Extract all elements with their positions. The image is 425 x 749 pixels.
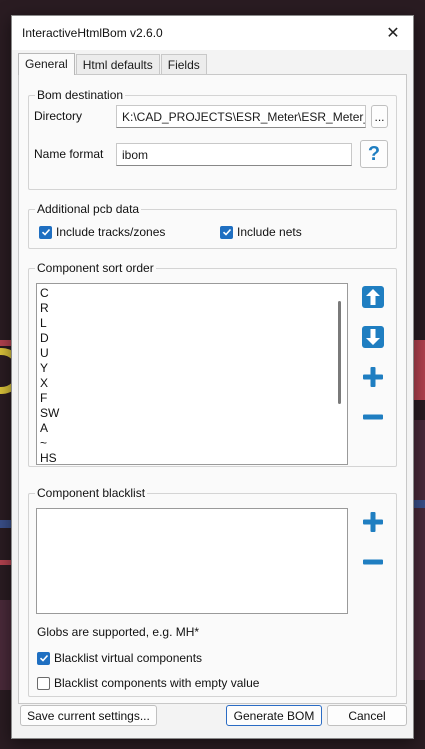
blacklist-group: Component blacklist Globs are supported,… (28, 486, 397, 697)
add-blacklist-button[interactable] (359, 508, 386, 535)
general-panel: Bom destination Directory K:\CAD_PROJECT… (18, 74, 407, 704)
include-nets-label: Include nets (237, 225, 302, 239)
include-tracks-checkbox[interactable]: Include tracks/zones (39, 225, 165, 239)
group-title: Bom destination (35, 88, 126, 102)
blacklist-empty-value-checkbox[interactable]: Blacklist components with empty value (37, 676, 259, 690)
blacklist-list[interactable] (36, 508, 348, 614)
name-format-label: Name format (34, 147, 104, 161)
blacklist-empty-value-label: Blacklist components with empty value (54, 676, 260, 690)
tab-html-defaults[interactable]: Html defaults (75, 54, 160, 75)
remove-sort-button[interactable] (359, 403, 386, 430)
list-item[interactable]: HS (37, 451, 347, 466)
list-item[interactable]: D (37, 331, 347, 346)
list-item[interactable]: F (37, 391, 347, 406)
group-title: Additional pcb data (35, 202, 142, 216)
remove-blacklist-button[interactable] (359, 548, 386, 575)
sort-order-list[interactable]: C R L D U Y X F SW A ~ HS (36, 283, 348, 465)
blacklist-virtual-label: Blacklist virtual components (54, 651, 203, 665)
list-item[interactable]: X (37, 376, 347, 391)
additional-pcb-group: Additional pcb data Include tracks/zones… (28, 202, 397, 249)
help-icon: ? (367, 142, 381, 165)
directory-input[interactable]: K:\CAD_PROJECTS\ESR_Meter\ESR_Meter_Pan (116, 105, 366, 128)
checkbox-unchecked-icon (37, 676, 50, 690)
plus-icon (362, 366, 383, 387)
title-bar: InteractiveHtmlBom v2.6.0 ✕ (12, 16, 413, 50)
arrow-up-icon (361, 285, 384, 308)
scrollbar-thumb[interactable] (338, 301, 341, 404)
name-format-help-button[interactable]: ? (360, 140, 388, 168)
list-item[interactable]: U (37, 346, 347, 361)
list-item[interactable]: C (37, 286, 347, 301)
list-item[interactable]: A (37, 421, 347, 436)
cancel-button[interactable]: Cancel (327, 705, 407, 726)
arrow-down-icon (361, 325, 384, 348)
group-title: Component blacklist (35, 486, 148, 500)
list-item[interactable]: ~ (37, 436, 347, 451)
directory-label: Directory (34, 109, 83, 123)
list-item[interactable]: SW (37, 406, 347, 421)
save-settings-button[interactable]: Save current settings... (20, 705, 157, 726)
add-sort-button[interactable] (359, 363, 386, 390)
list-item[interactable]: R (37, 301, 347, 316)
checkbox-checked-icon (220, 225, 233, 239)
include-nets-checkbox[interactable]: Include nets (220, 225, 302, 239)
dialog-window: InteractiveHtmlBom v2.6.0 ✕ General Html… (11, 15, 414, 739)
close-icon[interactable]: ✕ (383, 23, 403, 43)
tab-fields[interactable]: Fields (160, 54, 207, 75)
tab-bar: General Html defaults Fields (18, 53, 208, 75)
move-up-button[interactable] (359, 283, 386, 310)
name-format-input[interactable]: ibom (116, 143, 352, 166)
globs-hint: Globs are supported, e.g. MH* (37, 625, 200, 639)
checkbox-checked-icon (37, 651, 50, 665)
include-tracks-label: Include tracks/zones (56, 225, 166, 239)
group-title: Component sort order (35, 261, 156, 275)
sort-order-group: Component sort order C R L D U Y X F SW … (28, 261, 397, 467)
minus-icon (362, 414, 383, 419)
tab-general[interactable]: General (18, 53, 75, 75)
move-down-button[interactable] (359, 323, 386, 350)
list-item[interactable]: Y (37, 361, 347, 376)
generate-bom-button[interactable]: Generate BOM (226, 705, 322, 726)
blacklist-virtual-checkbox[interactable]: Blacklist virtual components (37, 651, 202, 665)
bom-destination-group: Bom destination Directory K:\CAD_PROJECT… (28, 88, 397, 190)
checkbox-checked-icon (39, 225, 52, 239)
list-item[interactable]: L (37, 316, 347, 331)
plus-icon (362, 511, 383, 532)
window-title: InteractiveHtmlBom v2.6.0 (22, 26, 163, 40)
browse-button[interactable]: ... (371, 105, 388, 128)
minus-icon (362, 559, 383, 564)
